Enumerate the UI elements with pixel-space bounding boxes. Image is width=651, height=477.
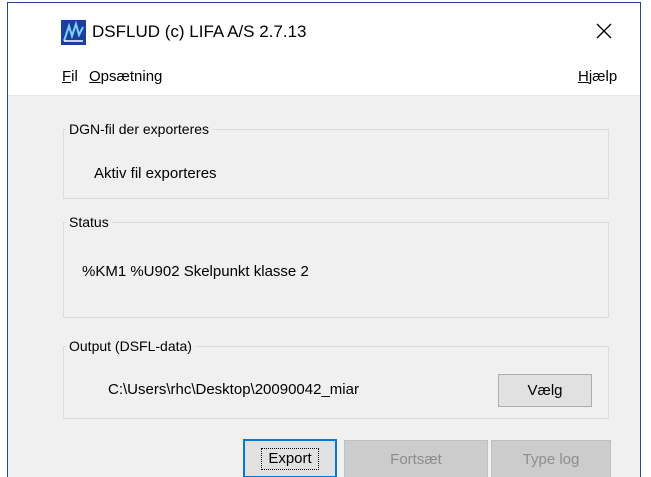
export-button-label: Export	[261, 447, 319, 470]
dgn-file-group-label: DGN-fil der exporteres	[66, 119, 213, 139]
menu-fil-hotkey: F	[62, 68, 72, 85]
title-bar[interactable]: DSFLUD (c) LIFA A/S 2.7.13	[8, 3, 640, 59]
status-group-label: Status	[66, 212, 112, 232]
dgn-file-group: DGN-fil der exporteres Aktiv fil exporte…	[63, 119, 609, 199]
menu-fil-label: il	[71, 68, 78, 85]
status-group: Status %KM1 %U902 Skelpunkt klasse 2	[63, 212, 609, 318]
output-group: Output (DSFL-data) C:\Users\rhc\Desktop\…	[63, 336, 609, 419]
menu-hjaelp-hotkey: H	[578, 68, 589, 85]
menu-opsaetning[interactable]: Opsætning	[89, 67, 162, 87]
continue-button-label: Fortsæt	[390, 450, 442, 468]
choose-output-button-label: Vælg	[527, 382, 563, 399]
export-button[interactable]: Export	[243, 439, 337, 477]
menu-hjaelp[interactable]: Hjælp	[578, 67, 617, 87]
status-message: %KM1 %U902 Skelpunkt klasse 2	[82, 263, 309, 280]
window-title: DSFLUD (c) LIFA A/S 2.7.13	[92, 22, 307, 41]
output-group-label: Output (DSFL-data)	[66, 336, 195, 356]
menu-fil[interactable]: Fil	[62, 67, 78, 87]
menu-opsaetning-hotkey: O	[89, 68, 101, 85]
dsflud-window: DSFLUD (c) LIFA A/S 2.7.13 Fil Opsætning…	[7, 2, 641, 477]
menu-hjaelp-label: jælp	[588, 68, 618, 85]
type-log-button[interactable]: Type log	[491, 440, 611, 477]
lifa-app-icon	[61, 20, 86, 45]
dgn-file-status: Aktiv fil exporteres	[94, 165, 217, 182]
type-log-button-label: Type log	[522, 450, 580, 468]
screen: DSFLUD (c) LIFA A/S 2.7.13 Fil Opsætning…	[0, 0, 651, 477]
menu-bar: Fil Opsætning Hjælp	[8, 59, 640, 96]
output-path: C:\Users\rhc\Desktop\20090042_miar	[108, 381, 359, 398]
choose-output-button[interactable]: Vælg	[498, 374, 592, 407]
close-button[interactable]	[586, 13, 622, 49]
menu-opsaetning-label: psætning	[100, 68, 163, 85]
close-icon	[596, 23, 612, 39]
continue-button[interactable]: Fortsæt	[344, 440, 488, 477]
